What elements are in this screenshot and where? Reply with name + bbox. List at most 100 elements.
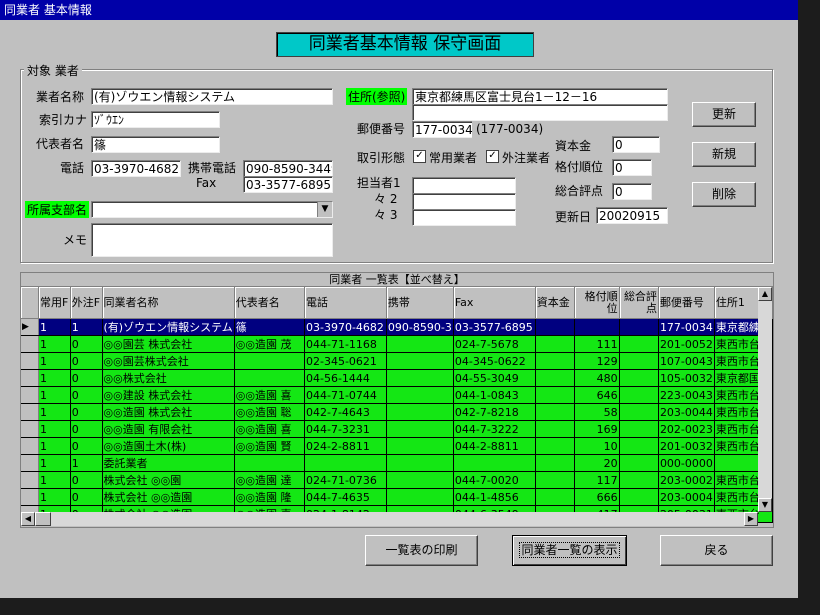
cell-rep[interactable]: ◎◎造園 賢 xyxy=(234,437,306,455)
cell-outsource[interactable]: 0 xyxy=(70,352,103,370)
cell-capital[interactable] xyxy=(535,335,576,353)
dept-combo[interactable]: ▼ xyxy=(91,201,333,218)
cell-regular[interactable]: 1 xyxy=(38,403,71,421)
cell-score[interactable] xyxy=(619,437,659,455)
cell-outsource[interactable]: 0 xyxy=(70,369,103,387)
table-row[interactable]: 1 1 委託業者 20 000-0000 xyxy=(21,454,774,472)
col-header[interactable]: Fax xyxy=(453,287,536,319)
col-header[interactable]: 総合評点 xyxy=(619,287,659,319)
cell-capital[interactable] xyxy=(535,454,576,472)
cell-outsource[interactable]: 0 xyxy=(70,335,103,353)
cell-regular[interactable]: 1 xyxy=(38,454,71,472)
cell-tel[interactable]: 044-7-3231 xyxy=(304,420,387,438)
table-row[interactable]: 1 0 株式会社 ◎◎造園 ◎◎造園 隆 044-7-4635 044-1-4856 666… xyxy=(21,488,774,506)
cell-name[interactable]: 委託業者 xyxy=(102,454,235,472)
cell-zip[interactable]: 000-0000 xyxy=(658,454,715,472)
new-button[interactable]: 新規 xyxy=(692,142,756,167)
cell-score[interactable] xyxy=(619,318,659,336)
cell-score[interactable] xyxy=(619,369,659,387)
col-header[interactable]: 資本金 xyxy=(535,287,576,319)
cell-tel[interactable]: 024-2-8811 xyxy=(304,437,387,455)
cell-zip[interactable]: 201-0052 xyxy=(658,335,715,353)
tel-field[interactable]: 03-3970-4682 xyxy=(91,160,181,177)
cell-fax[interactable]: 04-55-3049 xyxy=(453,369,536,387)
col-header[interactable]: 郵便番号 xyxy=(658,287,715,319)
cell-rank[interactable]: 480 xyxy=(574,369,620,387)
person1-field[interactable] xyxy=(412,177,516,194)
fax-field[interactable]: 03-3577-6895 xyxy=(243,176,333,193)
table-row[interactable]: 1 0 ◎◎造園土木(株) ◎◎造園 賢 024-2-8811 044-2-8811 10 2… xyxy=(21,437,774,455)
cell-name[interactable]: 株式会社 ◎◎園 xyxy=(102,471,235,489)
cell-rank[interactable] xyxy=(574,318,620,336)
cell-zip[interactable]: 202-0023 xyxy=(658,420,715,438)
cell-regular[interactable]: 1 xyxy=(38,471,71,489)
cell-zip[interactable]: 223-0043 xyxy=(658,386,715,404)
back-button[interactable]: 戻る xyxy=(660,535,773,566)
cell-zip[interactable]: 203-0002 xyxy=(658,471,715,489)
row-indicator[interactable] xyxy=(21,488,39,506)
cell-name[interactable]: ◎◎造園 有限会社 xyxy=(102,420,235,438)
cell-rep[interactable] xyxy=(234,454,306,472)
row-indicator[interactable] xyxy=(21,352,39,370)
cell-fax[interactable]: 044-2-8811 xyxy=(453,437,536,455)
cell-outsource[interactable]: 0 xyxy=(70,403,103,421)
cell-rank[interactable]: 646 xyxy=(574,386,620,404)
cell-mobile[interactable] xyxy=(386,386,454,404)
cell-fax[interactable]: 044-1-4856 xyxy=(453,488,536,506)
cell-score[interactable] xyxy=(619,403,659,421)
cell-name[interactable]: 株式会社 ◎◎造園 xyxy=(102,488,235,506)
cell-tel[interactable]: 042-7-4643 xyxy=(304,403,387,421)
person3-field[interactable] xyxy=(412,209,516,226)
cell-fax[interactable]: 03-3577-6895 xyxy=(453,318,536,336)
cell-rank[interactable]: 58 xyxy=(574,403,620,421)
cell-fax[interactable]: 024-7-5678 xyxy=(453,335,536,353)
cell-outsource[interactable]: 0 xyxy=(70,437,103,455)
zip-field[interactable]: 177-0034 xyxy=(412,121,472,138)
scroll-down-icon[interactable]: ▼ xyxy=(758,498,772,512)
cell-regular[interactable]: 1 xyxy=(38,335,71,353)
address-field[interactable]: 東京都練馬区富士見台1－12－16 xyxy=(412,88,668,105)
show-list-button[interactable]: 同業者一覧の表示 xyxy=(512,535,627,566)
rep-field[interactable]: 篠 xyxy=(91,136,220,153)
table-row[interactable]: 1 0 ◎◎造園 株式会社 ◎◎造園 聡 042-7-4643 042-7-8218 58 2… xyxy=(21,403,774,421)
row-indicator[interactable]: ▶ xyxy=(21,318,39,336)
cell-rank[interactable]: 20 xyxy=(574,454,620,472)
name-field[interactable]: (有)ゾウエン情報システム xyxy=(91,88,333,105)
cell-regular[interactable]: 1 xyxy=(38,420,71,438)
chevron-down-icon[interactable]: ▼ xyxy=(317,202,332,217)
print-list-button[interactable]: 一覧表の印刷 xyxy=(365,535,478,566)
cell-zip[interactable]: 203-0004 xyxy=(658,488,715,506)
cell-mobile[interactable] xyxy=(386,437,454,455)
cell-rep[interactable]: ◎◎造園 隆 xyxy=(234,488,306,506)
cell-rep[interactable]: 篠 xyxy=(234,318,306,336)
cell-fax[interactable]: 042-7-8218 xyxy=(453,403,536,421)
cell-score[interactable] xyxy=(619,335,659,353)
kana-field[interactable]: ｿﾞｳｴﾝ xyxy=(91,111,220,128)
cell-outsource[interactable]: 0 xyxy=(70,386,103,404)
updated-field[interactable]: 20020915 xyxy=(596,207,668,224)
cell-mobile[interactable]: 090-8590-3 xyxy=(386,318,454,336)
cell-regular[interactable]: 1 xyxy=(38,488,71,506)
cell-score[interactable] xyxy=(619,471,659,489)
scroll-up-icon[interactable]: ▲ xyxy=(758,287,772,301)
cell-rep[interactable] xyxy=(234,369,306,387)
cell-fax[interactable]: 044-1-0843 xyxy=(453,386,536,404)
cell-tel[interactable]: 044-71-1168 xyxy=(304,335,387,353)
table-row[interactable]: 1 0 ◎◎株式会社 04-56-1444 04-55-3049 480 105-0032 東… xyxy=(21,369,774,387)
col-header[interactable]: 常用F xyxy=(38,287,71,319)
col-header[interactable]: 代表者名 xyxy=(234,287,306,319)
mobile-field[interactable]: 090-8590-3449 xyxy=(243,160,333,177)
cell-outsource[interactable]: 0 xyxy=(70,471,103,489)
cell-score[interactable] xyxy=(619,386,659,404)
cell-zip[interactable]: 203-0044 xyxy=(658,403,715,421)
cell-mobile[interactable] xyxy=(386,420,454,438)
table-row[interactable]: 1 0 ◎◎建設 株式会社 ◎◎造園 喜 044-71-0744 044-1-0843 64… xyxy=(21,386,774,404)
table-row[interactable]: ▶ 1 1 (有)ゾウエン情報システム篠 03-3970-4682 090-8590-3 0… xyxy=(21,318,774,336)
col-header[interactable]: 携帯 xyxy=(386,287,454,319)
row-indicator[interactable] xyxy=(21,471,39,489)
scroll-left-icon[interactable]: ◀ xyxy=(21,512,35,526)
scroll-right-icon[interactable]: ▶ xyxy=(744,512,758,526)
cell-name[interactable]: ◎◎造園土木(株) xyxy=(102,437,235,455)
row-indicator[interactable] xyxy=(21,386,39,404)
cell-rank[interactable]: 111 xyxy=(574,335,620,353)
